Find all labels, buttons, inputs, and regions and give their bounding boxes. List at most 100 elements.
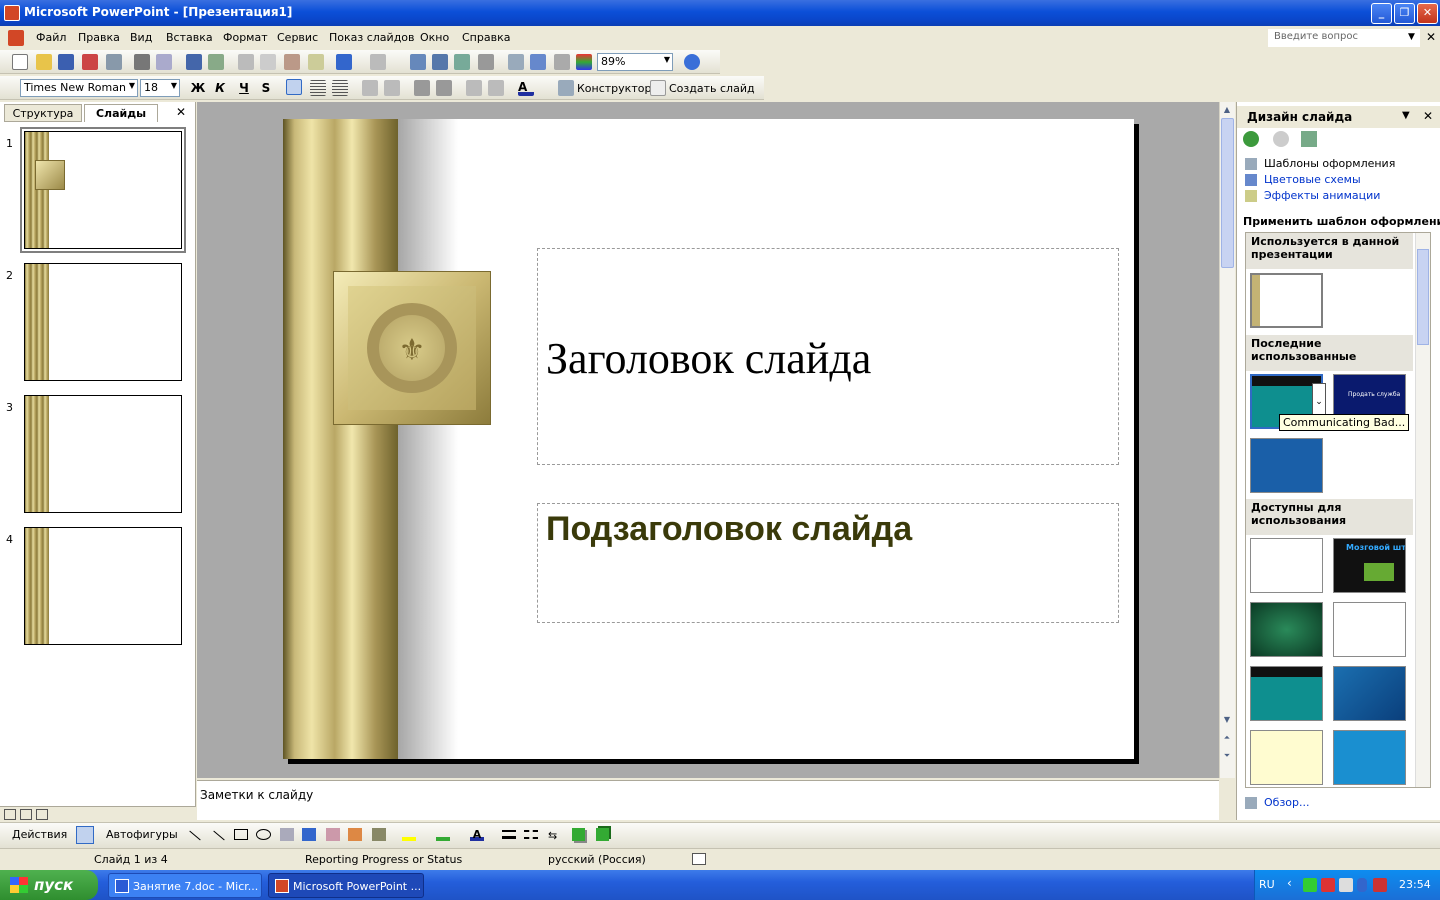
slide-thumbnail-1[interactable] [24, 131, 182, 249]
spellcheck-status-icon[interactable] [692, 853, 706, 865]
copy-icon[interactable] [260, 54, 276, 70]
template-available-3[interactable] [1250, 602, 1323, 657]
menu-view[interactable]: Вид [130, 31, 152, 44]
oval-icon[interactable] [256, 829, 271, 840]
decrease-indent-icon[interactable] [466, 80, 482, 96]
start-button[interactable]: пуск [0, 870, 98, 900]
back-icon[interactable] [1243, 131, 1259, 147]
template-scroll-thumb[interactable] [1417, 249, 1429, 345]
insert-chart-icon[interactable] [410, 54, 426, 70]
minimize-button[interactable]: _ [1371, 3, 1392, 24]
template-available-7[interactable] [1250, 730, 1323, 785]
next-slide-icon[interactable]: ⏷ [1220, 748, 1234, 764]
slide-thumbnail-4[interactable] [24, 527, 182, 645]
menu-insert[interactable]: Вставка [166, 31, 213, 44]
numbering-icon[interactable] [362, 80, 378, 96]
slideshow-view-icon[interactable] [36, 809, 48, 820]
link-animation-schemes[interactable]: Эффекты анимации [1264, 189, 1380, 202]
prev-slide-icon[interactable]: ⏶ [1220, 730, 1234, 746]
close-task-pane-icon[interactable]: ✕ [1423, 109, 1433, 123]
permission-icon[interactable] [82, 54, 98, 70]
menu-window[interactable]: Окно [420, 31, 449, 44]
slide-thumbnail-3[interactable] [24, 395, 182, 513]
normal-view-icon[interactable] [4, 809, 16, 820]
expand-all-icon[interactable] [508, 54, 524, 70]
scroll-down-icon[interactable]: ▼ [1220, 712, 1234, 728]
menu-file[interactable]: Файл [36, 31, 66, 44]
undo-icon[interactable] [336, 54, 352, 70]
forward-icon[interactable] [1273, 131, 1289, 147]
fill-color-icon[interactable] [402, 828, 416, 841]
hyperlink-icon[interactable] [478, 54, 494, 70]
arrow-style-icon[interactable]: ⇆ [548, 829, 562, 842]
select-pointer-icon[interactable] [76, 826, 94, 844]
menu-help[interactable]: Справка [462, 31, 510, 44]
shadow-style-icon[interactable] [572, 828, 585, 841]
template-available-1[interactable] [1250, 538, 1323, 593]
template-list[interactable]: Используется в данной презентации Послед… [1245, 232, 1431, 788]
font-color-icon[interactable]: A [518, 80, 534, 96]
tab-outline[interactable]: Структура [4, 104, 82, 122]
align-center-icon[interactable] [310, 80, 326, 96]
scroll-thumb[interactable] [1221, 118, 1234, 268]
vertical-scrollbar[interactable]: ▲ ▼ ⏶ ⏷ [1219, 102, 1235, 778]
actions-menu[interactable]: Действия [12, 828, 67, 841]
task-word-document[interactable]: Занятие 7.doc - Micr... [108, 873, 262, 898]
template-current[interactable] [1250, 273, 1323, 328]
document-icon[interactable] [8, 30, 24, 46]
template-available-2[interactable]: Мозговой штурм [1333, 538, 1406, 593]
italic-button[interactable]: К [212, 81, 228, 95]
clock[interactable]: 23:54 [1399, 878, 1431, 891]
menu-format[interactable]: Формат [223, 31, 268, 44]
ask-question-input[interactable]: Введите вопрос [1268, 29, 1420, 47]
wordart-icon[interactable] [302, 828, 316, 841]
arrow-icon[interactable] [213, 830, 225, 841]
redo-icon[interactable] [370, 54, 386, 70]
bullets-icon[interactable] [384, 80, 400, 96]
new-slide-icon[interactable] [650, 80, 666, 96]
sorter-view-icon[interactable] [20, 809, 32, 820]
browse-link[interactable]: Обзор... [1264, 796, 1310, 809]
restore-button[interactable]: ❐ [1394, 3, 1415, 24]
security-alert-icon[interactable] [1373, 878, 1387, 892]
increase-font-icon[interactable] [414, 80, 430, 96]
pane-menu-icon[interactable]: ▼ [1402, 110, 1410, 121]
help-icon[interactable] [684, 54, 700, 70]
font-size-select[interactable]: 18 ▼ [140, 79, 180, 97]
picture-icon[interactable] [372, 828, 386, 841]
template-available-4[interactable] [1333, 602, 1406, 657]
ask-dropdown-icon[interactable]: ▼ [1408, 32, 1415, 42]
underline-button[interactable]: Ч [236, 81, 252, 95]
template-list-scrollbar[interactable] [1415, 233, 1430, 787]
slide-title[interactable]: Заголовок слайда [546, 333, 871, 384]
print-preview-icon[interactable] [156, 54, 172, 70]
close-button[interactable]: ✕ [1417, 3, 1438, 24]
icq-icon[interactable] [1303, 878, 1317, 892]
show-formatting-icon[interactable] [530, 54, 546, 70]
menu-edit[interactable]: Правка [78, 31, 120, 44]
format-painter-icon[interactable] [308, 54, 324, 70]
antivirus-icon[interactable] [1321, 878, 1335, 892]
text-color-icon[interactable]: A [470, 828, 484, 841]
template-available-6[interactable] [1333, 666, 1406, 721]
decrease-font-icon[interactable] [436, 80, 452, 96]
notes-placeholder[interactable]: Заметки к слайду [200, 788, 313, 802]
line-icon[interactable] [189, 830, 201, 841]
link-color-schemes[interactable]: Цветовые схемы [1264, 173, 1361, 186]
slide-canvas[interactable]: ⚜ Заголовок слайда Подзаголовок слайда [283, 119, 1134, 759]
tables-borders-icon[interactable] [454, 54, 470, 70]
save-icon[interactable] [58, 54, 74, 70]
paste-icon[interactable] [284, 54, 300, 70]
bluetooth-icon[interactable] [1357, 878, 1367, 892]
autoshapes-menu[interactable]: Автофигуры [106, 828, 178, 841]
designer-icon[interactable] [558, 80, 574, 96]
tab-slides[interactable]: Слайды [84, 104, 158, 122]
rectangle-icon[interactable] [234, 829, 248, 840]
task-powerpoint[interactable]: Microsoft PowerPoint ... [268, 873, 424, 898]
increase-indent-icon[interactable] [488, 80, 504, 96]
align-right-icon[interactable] [332, 80, 348, 96]
font-select[interactable]: Times New Roman ▼ [20, 79, 138, 97]
clipart-icon[interactable] [348, 828, 362, 841]
title-placeholder[interactable]: Заголовок слайда [537, 248, 1119, 465]
line-color-icon[interactable] [436, 828, 450, 841]
